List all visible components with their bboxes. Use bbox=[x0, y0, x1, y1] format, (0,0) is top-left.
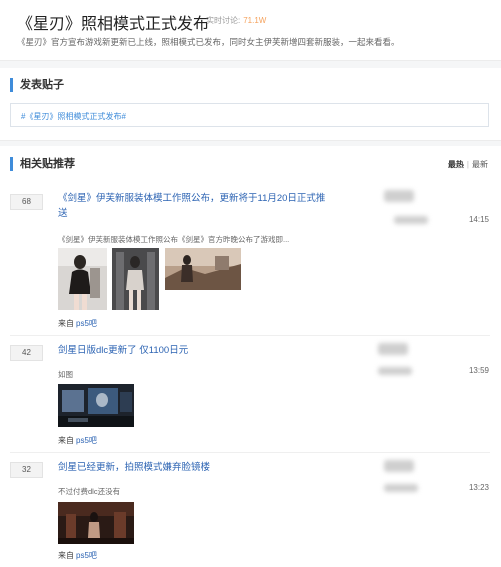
post-image[interactable] bbox=[58, 248, 107, 310]
topic-header: 《星刃》照相模式正式发布 实时讨论: 71.1W 《星刃》官方宣布游戏新更新已上线… bbox=[0, 0, 501, 60]
post-image[interactable] bbox=[58, 384, 134, 427]
realtime-count: 71.1W bbox=[243, 16, 267, 25]
topic-description: 《星刃》官方宣布游戏新更新已上线，照相模式已发布，同时女主伊芙新增四套新服装，一… bbox=[17, 37, 400, 47]
divider bbox=[10, 335, 490, 336]
post-abstract: 《剑星》伊芙新服装体模工作照公布《剑星》官方昨晚公布了游戏即... bbox=[58, 235, 290, 244]
from-label: 来自 bbox=[58, 436, 74, 445]
author-avatar-blurred bbox=[378, 343, 408, 355]
post-source: 来自 ps5吧 bbox=[58, 318, 97, 329]
reply-count: 42 bbox=[10, 345, 43, 361]
author-name-blurred bbox=[394, 216, 428, 224]
divider bbox=[10, 452, 490, 453]
post-item[interactable]: 42 剑星日版dlc更新了 仅1100日元 如图 来自 ps5吧 13:59 bbox=[0, 337, 501, 453]
post-time: 14:15 bbox=[468, 215, 489, 224]
forum-link[interactable]: ps5吧 bbox=[76, 319, 97, 328]
post-image[interactable] bbox=[165, 248, 241, 290]
author-avatar-blurred bbox=[384, 460, 414, 472]
author-avatar-blurred bbox=[384, 190, 414, 202]
reply-count: 68 bbox=[10, 194, 43, 210]
author-name-blurred bbox=[378, 367, 412, 375]
author-name-blurred bbox=[384, 484, 418, 492]
post-image[interactable] bbox=[58, 502, 134, 544]
sort-divider: | bbox=[466, 160, 469, 169]
post-item[interactable]: 68 《剑星》伊芙新服装体模工作照公布，更新将于11月20日正式推送 《剑星》伊… bbox=[0, 186, 501, 336]
topic-tag[interactable]: #《星刃》照相模式正式发布# bbox=[21, 111, 126, 122]
from-label: 来自 bbox=[58, 551, 74, 560]
forum-link[interactable]: ps5吧 bbox=[76, 551, 97, 560]
post-source: 来自 ps5吧 bbox=[58, 550, 97, 561]
reply-count: 32 bbox=[10, 462, 43, 478]
related-section-heading: 相关贴推荐 bbox=[10, 157, 75, 171]
post-item[interactable]: 32 剑星已经更新，拍照模式嫌弃脸镜楼 不过付费dlc还没有 来自 ps5吧 13… bbox=[0, 454, 501, 567]
post-title[interactable]: 《剑星》伊芙新服装体模工作照公布，更新将于11月20日正式推送 bbox=[58, 191, 328, 221]
sort-tabs: 最热 | 最新 bbox=[448, 159, 488, 170]
from-label: 来自 bbox=[58, 319, 74, 328]
section-divider bbox=[0, 60, 501, 68]
sort-hot-tab[interactable]: 最热 bbox=[448, 160, 464, 169]
post-time: 13:59 bbox=[468, 366, 489, 375]
section-divider bbox=[0, 140, 501, 146]
realtime-discussion: 实时讨论: 71.1W bbox=[206, 15, 266, 26]
post-title[interactable]: 剑星已经更新，拍照模式嫌弃脸镜楼 bbox=[58, 460, 328, 475]
forum-link[interactable]: ps5吧 bbox=[76, 436, 97, 445]
post-image[interactable] bbox=[112, 248, 159, 310]
post-time: 13:23 bbox=[468, 483, 489, 492]
post-abstract: 如图 bbox=[58, 370, 73, 379]
post-title[interactable]: 剑星日版dlc更新了 仅1100日元 bbox=[58, 343, 328, 358]
topic-title: 《星刃》照相模式正式发布 bbox=[17, 16, 210, 33]
post-input-box[interactable]: #《星刃》照相模式正式发布# bbox=[10, 103, 489, 127]
post-source: 来自 ps5吧 bbox=[58, 435, 97, 446]
realtime-label: 实时讨论: bbox=[206, 16, 241, 25]
post-section-heading: 发表贴子 bbox=[10, 78, 64, 92]
sort-new-tab[interactable]: 最新 bbox=[472, 160, 488, 169]
post-abstract: 不过付费dlc还没有 bbox=[58, 487, 121, 496]
